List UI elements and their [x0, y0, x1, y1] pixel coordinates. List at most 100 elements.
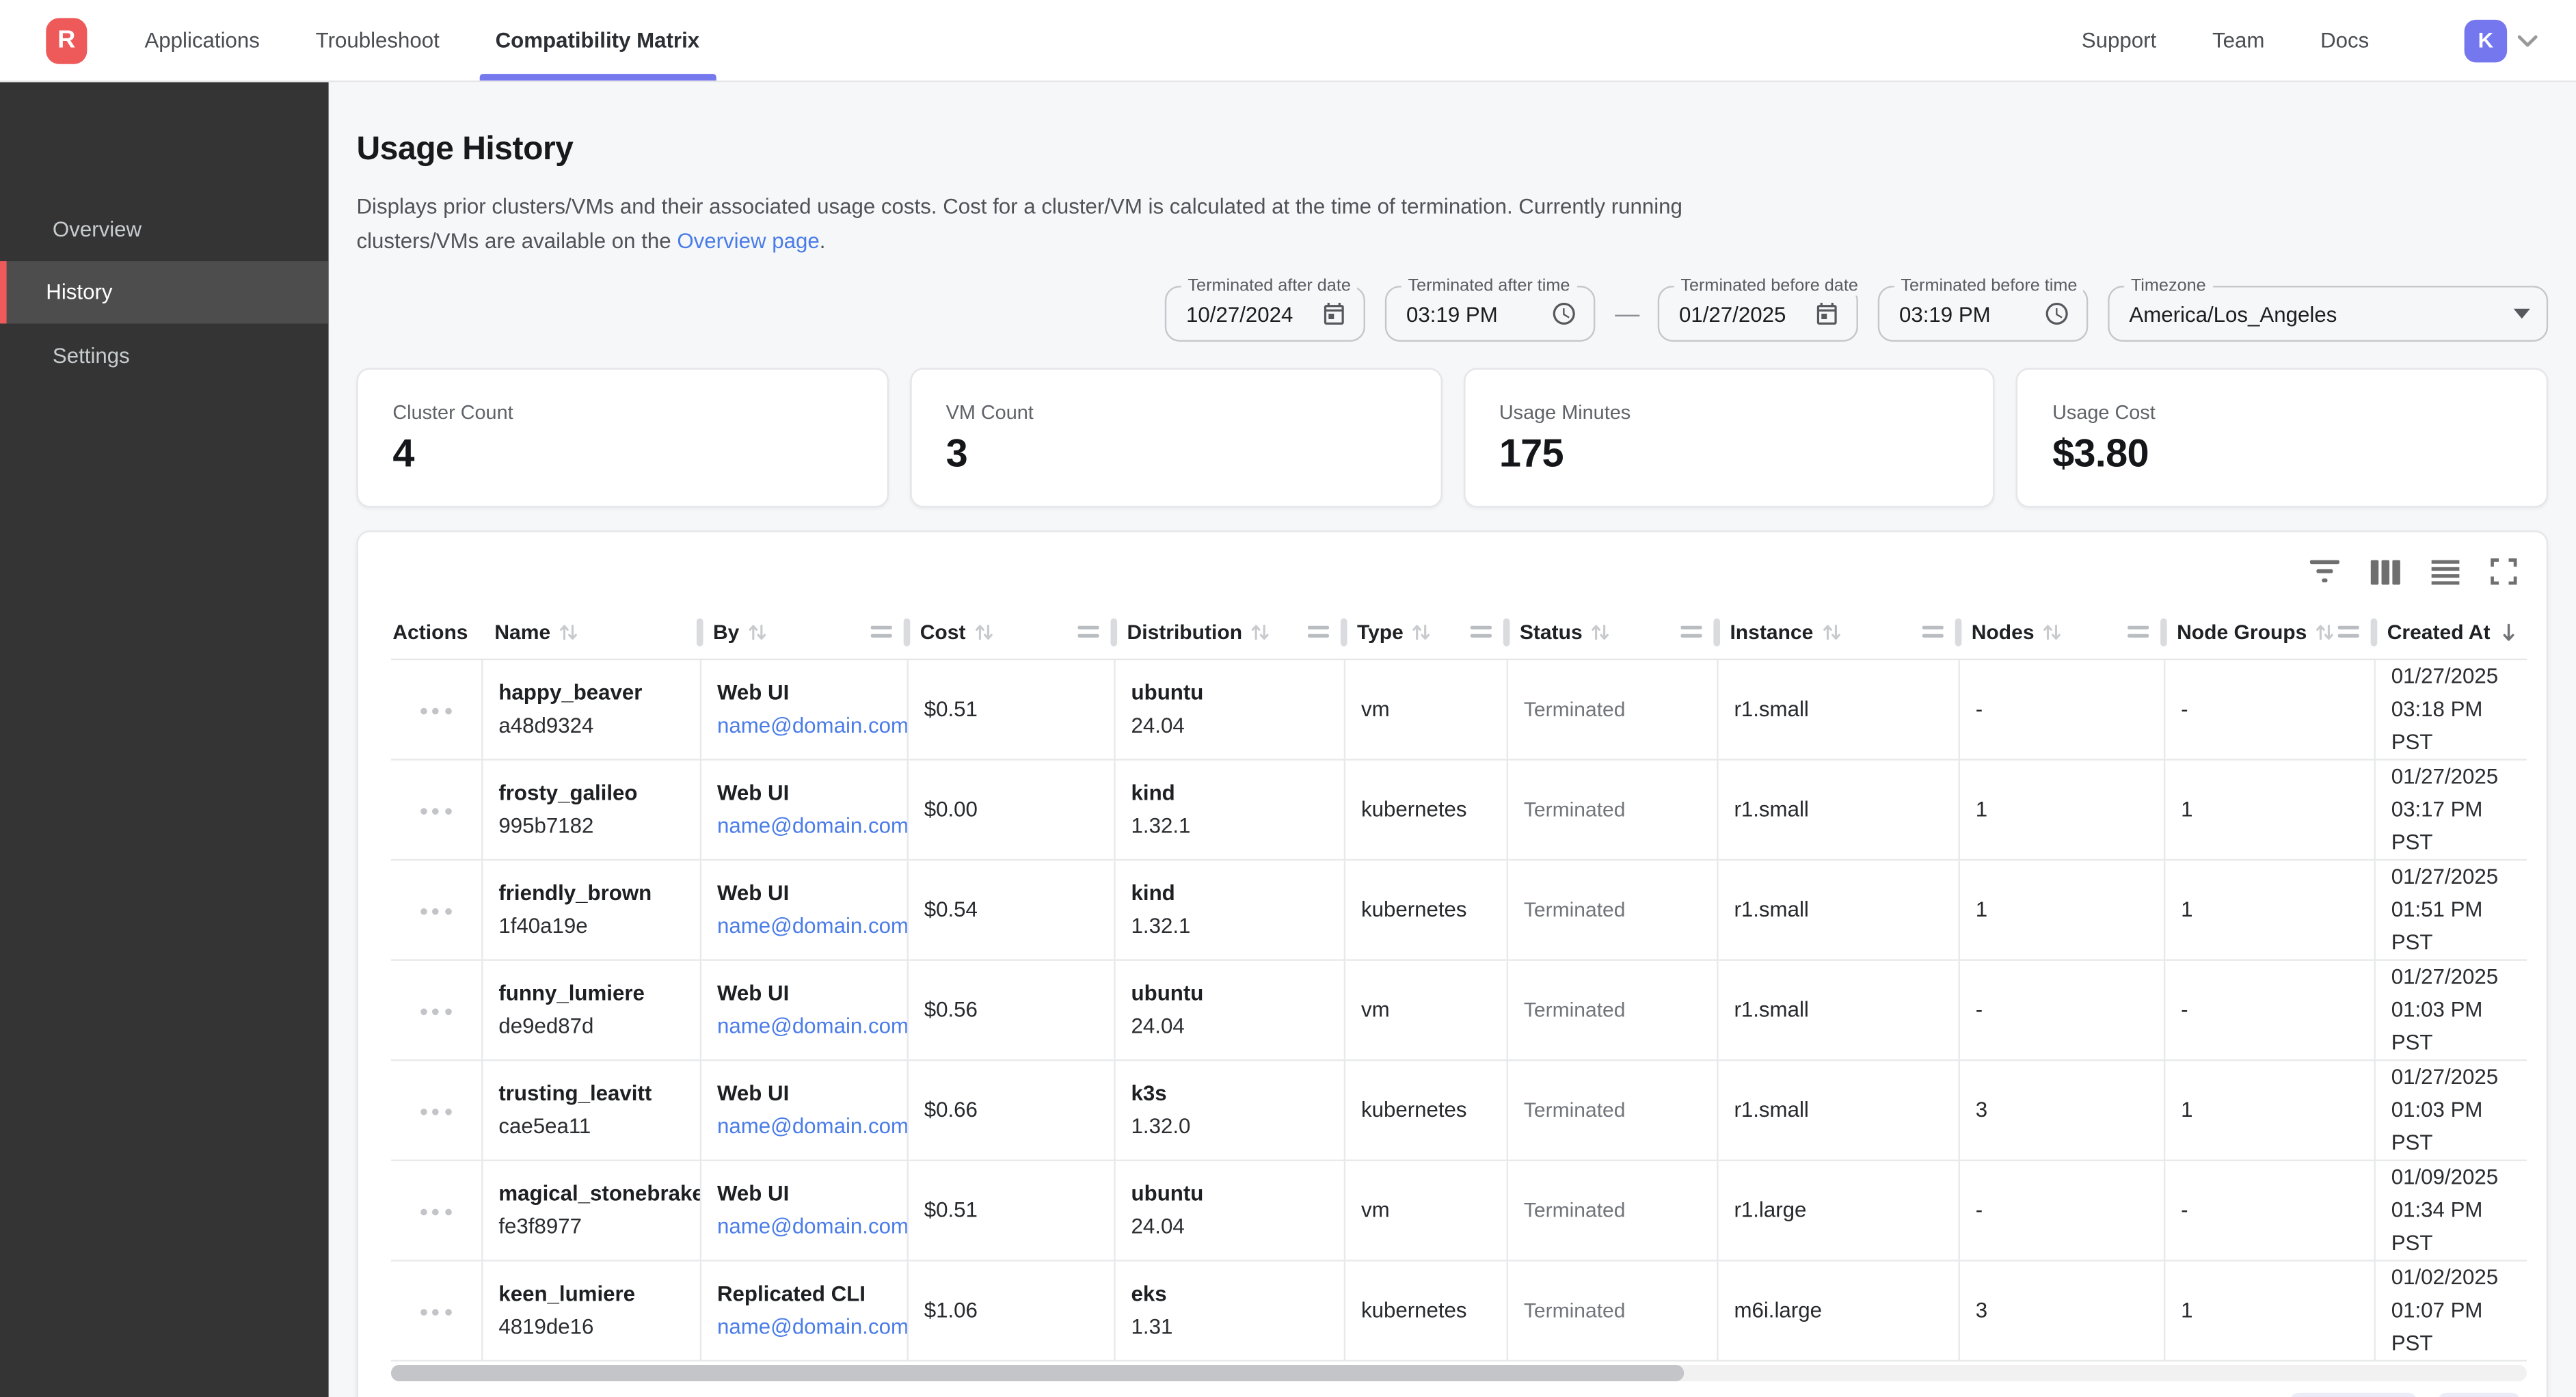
clock-icon[interactable]	[1551, 301, 1577, 327]
column-header-distribution[interactable]: Distribution	[1114, 605, 1343, 659]
sort-icon	[1249, 621, 1272, 644]
column-header-by[interactable]: By	[700, 605, 907, 659]
column-header-name[interactable]: Name	[481, 605, 700, 659]
fullscreen-icon[interactable]	[2491, 559, 2517, 585]
created-by-source: Web UI	[717, 1077, 893, 1110]
user-menu[interactable]: K	[2465, 19, 2538, 62]
sidebar-item-history[interactable]: History	[0, 260, 329, 324]
nav-item-applications[interactable]: Applications	[128, 0, 276, 81]
nav-item-label: Troubleshoot	[316, 28, 440, 53]
column-menu-icon[interactable]	[2338, 621, 2359, 644]
cluster-name: happy_beaver	[498, 677, 686, 709]
columns-icon[interactable]	[2371, 560, 2400, 584]
top-navigation-bar: R Applications Troubleshoot Compatibilit…	[0, 0, 2576, 82]
field-label: Terminated before date	[1674, 277, 1865, 297]
nav-item-compatibility-matrix[interactable]: Compatibility Matrix	[479, 0, 716, 81]
created-date: 01/02/2025	[2391, 1261, 2514, 1294]
avatar[interactable]: K	[2465, 19, 2507, 62]
table-row: trusting_leavittcae5ea11 Web UIname@doma…	[391, 1060, 2527, 1161]
column-header-node-groups[interactable]: Node Groups	[2164, 605, 2374, 659]
sort-icon	[557, 621, 580, 644]
column-menu-icon[interactable]	[1308, 621, 1329, 644]
cluster-id: 4819de16	[498, 1310, 686, 1343]
density-icon[interactable]	[2432, 560, 2460, 584]
column-menu-icon[interactable]	[1922, 621, 1944, 644]
timezone-select[interactable]: Timezone America/Los_Angeles	[2108, 286, 2548, 342]
column-label: Nodes	[1972, 621, 2035, 644]
column-menu-icon[interactable]	[2128, 621, 2149, 644]
nav-link-support[interactable]: Support	[2082, 28, 2156, 53]
app-viewport: Overview History Settings R Applications…	[0, 0, 2576, 1397]
terminated-after-time-field[interactable]: Terminated after time 03:19 PM	[1385, 286, 1596, 342]
created-by-email-link[interactable]: name@domain.com	[717, 1010, 907, 1043]
created-time: 01:51 PM PST	[2391, 893, 2514, 959]
filter-icon[interactable]	[2310, 560, 2339, 584]
column-menu-icon[interactable]	[1471, 621, 1492, 644]
table-row: happy_beavera48d9324 Web UIname@domain.c…	[391, 660, 2527, 760]
calendar-icon[interactable]	[1321, 301, 1347, 327]
cell-actions	[391, 1260, 481, 1361]
column-menu-icon[interactable]	[871, 621, 892, 644]
calendar-icon[interactable]	[1814, 301, 1840, 327]
created-by-email-link[interactable]: name@domain.com	[717, 1110, 907, 1143]
cluster-id: 1f40a19e	[498, 910, 686, 942]
field-label: Timezone	[2124, 277, 2212, 297]
terminated-before-time-field[interactable]: Terminated before time 03:19 PM	[1878, 286, 2089, 342]
clock-icon[interactable]	[2043, 301, 2069, 327]
created-date: 01/09/2025	[2391, 1161, 2514, 1194]
row-actions-button[interactable]	[414, 1098, 458, 1124]
table-toolbar	[391, 552, 2527, 592]
column-header-status[interactable]: Status	[1507, 605, 1717, 659]
next-page-button[interactable]: Next	[2438, 1394, 2521, 1397]
column-header-cost[interactable]: Cost	[907, 605, 1114, 659]
cell-by: Web UIname@domain.com	[700, 860, 907, 960]
column-header-nodes[interactable]: Nodes	[1958, 605, 2163, 659]
created-by-email-link[interactable]: name@domain.com	[717, 1210, 907, 1243]
created-by-email-link[interactable]: name@domain.com	[717, 809, 907, 842]
column-header-created-at[interactable]: Created At	[2374, 605, 2526, 659]
sidebar-item-overview[interactable]: Overview	[0, 197, 329, 260]
row-actions-button[interactable]	[414, 1199, 458, 1225]
terminated-after-date-field[interactable]: Terminated after date 10/27/2024	[1165, 286, 1365, 342]
column-header-type[interactable]: Type	[1344, 605, 1507, 659]
created-by-email-link[interactable]: name@domain.com	[717, 1310, 907, 1343]
distribution-name: k3s	[1131, 1077, 1330, 1110]
column-header-instance[interactable]: Instance	[1717, 605, 1958, 659]
cluster-id: a48d9324	[498, 709, 686, 742]
nav-link-docs[interactable]: Docs	[2320, 28, 2369, 53]
created-by-email-link[interactable]: name@domain.com	[717, 910, 907, 942]
overview-page-link[interactable]: Overview page	[677, 228, 819, 253]
cell-nodes: 3	[1958, 1260, 2163, 1361]
field-label: Terminated before time	[1894, 277, 2084, 297]
nav-item-troubleshoot[interactable]: Troubleshoot	[299, 0, 456, 81]
terminated-before-date-field[interactable]: Terminated before date 01/27/2025	[1658, 286, 1858, 342]
cluster-id: de9ed87d	[498, 1010, 686, 1043]
cell-type: kubernetes	[1344, 860, 1507, 960]
previous-page-button[interactable]: Previous	[2290, 1394, 2417, 1397]
cell-nodes: 3	[1958, 1060, 2163, 1161]
cell-instance: r1.large	[1717, 1161, 1958, 1261]
created-date: 01/27/2025	[2391, 860, 2514, 893]
row-actions-button[interactable]	[414, 999, 458, 1025]
field-label: Terminated after date	[1181, 277, 1358, 297]
row-actions-button[interactable]	[414, 898, 458, 924]
cluster-id: fe3f8977	[498, 1210, 686, 1243]
created-time: 01:03 PM PST	[2391, 994, 2514, 1059]
cell-by: Web UIname@domain.com	[700, 1161, 907, 1261]
created-by-email-link[interactable]: name@domain.com	[717, 709, 907, 742]
column-menu-icon[interactable]	[1680, 621, 1702, 644]
row-actions-button[interactable]	[414, 1299, 458, 1325]
row-actions-button[interactable]	[414, 798, 458, 824]
cell-node-groups: 1	[2164, 860, 2374, 960]
field-value: 10/27/2024	[1186, 302, 1293, 327]
cell-created-at: 01/09/202501:34 PM PST	[2374, 1161, 2526, 1261]
nav-link-team[interactable]: Team	[2212, 28, 2264, 53]
row-actions-button[interactable]	[414, 698, 458, 724]
sidebar-item-settings[interactable]: Settings	[0, 323, 329, 387]
cluster-name: frosty_galileo	[498, 776, 686, 809]
app-logo[interactable]: R	[46, 17, 87, 63]
column-menu-icon[interactable]	[1077, 621, 1099, 644]
horizontal-scrollbar[interactable]	[391, 1365, 2527, 1381]
scrollbar-thumb[interactable]	[391, 1365, 1683, 1381]
logo-letter: R	[57, 26, 75, 54]
